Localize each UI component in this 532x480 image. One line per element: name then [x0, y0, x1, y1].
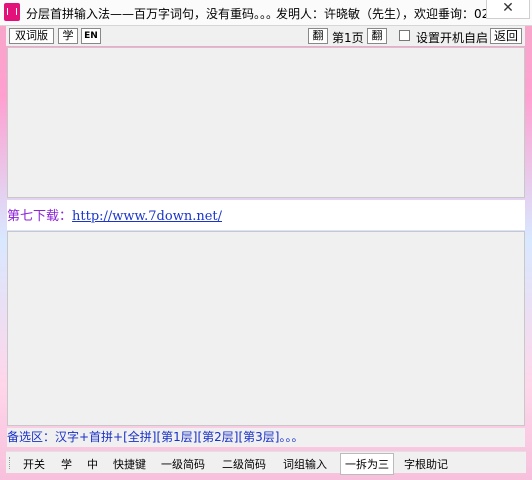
learn-mode-button[interactable]: 学 — [61, 456, 72, 472]
input-panel[interactable] — [7, 47, 525, 198]
split-three-button[interactable]: 一拆为三 — [340, 453, 394, 475]
ad-link[interactable]: http://www.7down.net/ — [72, 209, 222, 224]
page-indicator: 第1页 — [332, 31, 364, 45]
app-logo-icon[interactable] — [4, 3, 20, 21]
close-icon: ✕ — [502, 0, 514, 16]
grip-handle[interactable] — [9, 457, 12, 469]
window-title: 分层首拼输入法——百万字词句，没有重码。。。 — [26, 7, 279, 21]
radical-mnemonic-button[interactable]: 字根助记 — [404, 456, 448, 472]
en-button[interactable]: EN — [81, 28, 101, 44]
chinese-mode-button[interactable]: 中 — [87, 456, 98, 472]
toolbar: 双词版 学 EN 翻 第1页 翻 设置开机自启 返回 — [6, 26, 525, 46]
next-page-button[interactable]: 翻 — [367, 28, 387, 44]
window-title-author: 发明人：许晓敏（先生），欢迎垂询：02... — [276, 7, 501, 21]
phrase-input-button[interactable]: 词组输入 — [283, 456, 327, 472]
status-bar: 开关 学 中 快捷键 一级简码 二级简码 词组输入 一拆为三 字根助记 — [6, 451, 526, 475]
title-bar[interactable]: 分层首拼输入法——百万字词句，没有重码。。。 发明人：许晓敏（先生），欢迎垂询：… — [0, 0, 532, 26]
learn-button[interactable]: 学 — [58, 28, 78, 44]
result-panel[interactable] — [7, 231, 525, 426]
level2-code-button[interactable]: 二级简码 — [222, 456, 266, 472]
toggle-button[interactable]: 开关 — [23, 456, 45, 472]
back-button[interactable]: 返回 — [490, 28, 522, 44]
ad-banner: 第七下载：http://www.7down.net/ — [7, 200, 525, 230]
ad-prefix: 第七下载： — [7, 209, 73, 224]
level1-code-button[interactable]: 一级简码 — [161, 456, 205, 472]
close-button[interactable]: ✕ — [486, 0, 530, 19]
dict-version-button[interactable]: 双词版 — [9, 28, 54, 44]
autostart-checkbox[interactable] — [399, 30, 410, 41]
hotkey-button[interactable]: 快捷键 — [113, 456, 146, 472]
prev-page-button[interactable]: 翻 — [308, 28, 328, 44]
candidate-area: 备选区：汉字+首拼+[全拼][第1层][第2层][第3层]。。。 — [7, 428, 525, 447]
autostart-label[interactable]: 设置开机自启 — [416, 29, 488, 46]
